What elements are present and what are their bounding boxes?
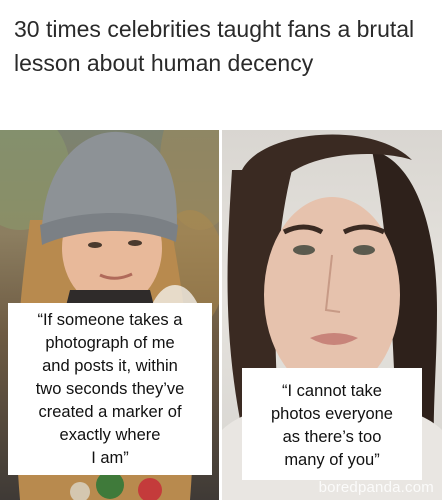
watermark: boredpanda.com: [318, 479, 434, 496]
quote-box-right: “I cannot take photos everyone as there’…: [242, 368, 422, 480]
quote-box-left: “If someone takes a photograph of me and…: [8, 303, 212, 475]
headline: 30 times celebrities taught fans a bruta…: [14, 16, 415, 76]
meme-page: 30 times celebrities taught fans a bruta…: [0, 0, 442, 500]
